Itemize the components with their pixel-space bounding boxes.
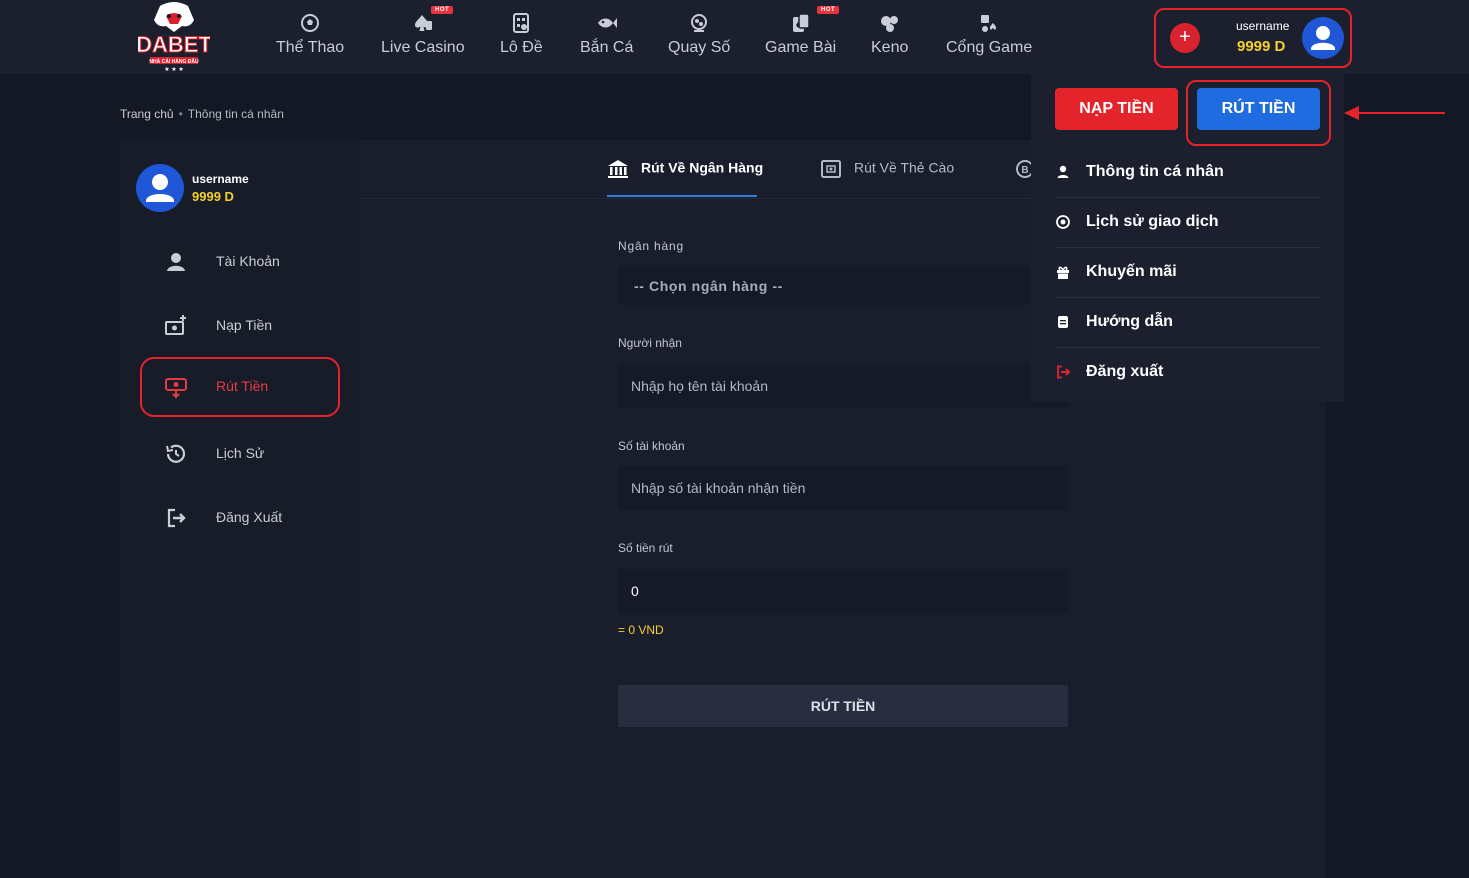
fish-icon [597, 18, 617, 28]
sidebar-item-lich-su[interactable]: Lịch Sử [140, 424, 340, 484]
header-username: username [1236, 19, 1290, 33]
guide-book-icon [1058, 316, 1068, 328]
transaction-history-icon [1056, 215, 1070, 229]
sidebar-item-label: Lịch Sử [216, 445, 265, 461]
hot-badge: HOT [431, 6, 454, 14]
sidebar-username: username [192, 172, 249, 186]
logo-text: DABET [138, 32, 210, 57]
menu-item-thong-tin-ca-nhan[interactable]: Thông tin cá nhân [1055, 148, 1321, 198]
header-user-box[interactable]: + username 9999 D [1154, 8, 1352, 68]
amount-label: Số tiền rút [618, 541, 673, 555]
user-icon [146, 174, 174, 202]
menu-item-label: Khuyến mãi [1086, 263, 1177, 280]
lottery-globe-icon [691, 14, 708, 32]
menu-item-label: Lịch sử giao dịch [1086, 213, 1219, 230]
svg-text:★ ★ ★: ★ ★ ★ [164, 66, 183, 72]
menu-item-dang-xuat[interactable]: Đăng xuất [1055, 348, 1321, 398]
nav-the-thao[interactable]: Thể Thao [276, 12, 344, 57]
nav-game-bai[interactable]: HOT Game Bài [765, 6, 840, 57]
nav-label: Live Casino [381, 39, 465, 56]
nav-label: Cổng Game [946, 39, 1033, 56]
breadcrumb-home[interactable]: Trang chủ [120, 107, 174, 121]
top-header: DABET NHÀ CÁI HÀNG ĐẦU ★ ★ ★ Thể Thao HO… [0, 0, 1469, 74]
annotation-arrow-icon [1344, 106, 1445, 120]
sidebar-item-label: Rút Tiền [216, 378, 269, 394]
sidebar-item-nap-tien[interactable]: Nạp Tiền [140, 296, 340, 356]
recipient-input[interactable] [618, 364, 1068, 408]
sidebar-item-label: Tài Khoản [216, 253, 280, 269]
sidebar-item-dang-xuat[interactable]: Đăng Xuất [140, 488, 340, 548]
add-funds-button[interactable]: + [1170, 23, 1200, 53]
soccer-ball-icon [301, 14, 320, 32]
deposit-cash-icon [165, 315, 186, 335]
header-balance: 9999 D [1237, 38, 1286, 55]
breadcrumb-current: Thông tin cá nhân [187, 107, 284, 121]
bank-select[interactable]: -- Chọn ngân hàng -- [618, 267, 1068, 305]
nav-lo-de[interactable]: Lô Đề [500, 12, 543, 57]
user-icon [1311, 26, 1335, 50]
sidebar-item-label: Nạp Tiền [216, 317, 273, 333]
avatar [136, 164, 184, 212]
tab-rut-ve-ngan-hang[interactable]: Rút Về Ngân Hàng [607, 159, 763, 179]
menu-item-label: Hướng dẫn [1086, 313, 1173, 330]
user-icon [1057, 165, 1069, 178]
logout-icon [167, 508, 186, 528]
menu-item-huong-dan[interactable]: Hướng dẫn [1055, 298, 1321, 348]
nav-label: Lô Đề [500, 39, 543, 56]
menu-item-khuyen-mai[interactable]: Khuyến mãi [1055, 248, 1321, 298]
logout-icon [1057, 365, 1071, 379]
logo-tagline: NHÀ CÁI HÀNG ĐẦU [149, 58, 199, 65]
nav-label: Thể Thao [276, 39, 345, 56]
spade-card-icon [414, 15, 432, 31]
user-dropdown-menu: NẠP TIỀN RÚT TIỀN Thông tin cá nhân Lịch… [1031, 68, 1344, 402]
nav-label: Bắn Cá [580, 39, 634, 56]
recipient-label: Người nhận [618, 336, 682, 350]
sidebar-item-label: Đăng Xuất [216, 509, 283, 525]
withdraw-button-highlight: RÚT TIỀN [1186, 80, 1331, 146]
menu-item-label: Đăng xuất [1086, 363, 1164, 380]
amount-input[interactable] [618, 569, 1068, 613]
bank-icon [608, 160, 628, 178]
menu-item-label: Thông tin cá nhân [1086, 163, 1224, 180]
bank-label: Ngân hàng [618, 239, 684, 253]
nav-live-casino[interactable]: HOT Live Casino [381, 6, 465, 57]
sidebar-item-tai-khoan[interactable]: Tài Khoản [140, 232, 340, 292]
nav-ban-ca[interactable]: Bắn Cá [580, 12, 633, 57]
nav-quay-so[interactable]: Quay Số [668, 12, 730, 57]
avatar[interactable] [1302, 17, 1344, 59]
breadcrumb-separator: • [178, 107, 183, 121]
nav-label: Keno [871, 39, 909, 56]
lottery-ticket-icon [513, 13, 530, 33]
playing-cards-icon [792, 13, 810, 32]
svg-text:B: B [1021, 165, 1028, 176]
hot-badge: HOT [817, 6, 840, 14]
sidebar-balance: 9999 D [192, 189, 234, 204]
user-icon [167, 253, 185, 271]
dabet-logo[interactable]: DABET NHÀ CÁI HÀNG ĐẦU ★ ★ ★ [136, 2, 213, 73]
deposit-button[interactable]: NẠP TIỀN [1055, 88, 1178, 130]
game-portal-icon [981, 15, 997, 32]
withdraw-icon [165, 378, 187, 399]
tab-label: Rút Về Ngân Hàng [641, 159, 764, 176]
account-sidebar: username 9999 D Tài Khoản Nạp Tiền Rút T… [120, 140, 360, 878]
account-number-input[interactable] [618, 466, 1068, 510]
account-number-label: Số tài khoản [618, 439, 685, 453]
withdraw-submit-button[interactable]: RÚT TIỀN [618, 685, 1068, 727]
menu-item-lich-su-giao-dich[interactable]: Lịch sử giao dịch [1055, 198, 1321, 248]
tab-rut-ve-the-cao[interactable]: Rút Về Thẻ Cào [820, 159, 954, 179]
amount-converted: = 0 VND [618, 623, 664, 637]
keno-balls-icon [880, 16, 898, 32]
sidebar-item-rut-tien[interactable]: Rút Tiền [140, 357, 340, 417]
gift-icon [1057, 266, 1069, 279]
scratch-card-icon [821, 160, 841, 178]
tab-label: Rút Về Thẻ Cào [854, 159, 955, 176]
nav-label: Game Bài [765, 39, 837, 56]
withdraw-button[interactable]: RÚT TIỀN [1197, 88, 1320, 130]
history-icon [166, 444, 186, 463]
active-tab-indicator [607, 195, 757, 197]
nav-cong-game[interactable]: Cổng Game [946, 12, 1032, 57]
nav-label: Quay Số [668, 39, 731, 56]
breadcrumb: Trang chủ • Thông tin cá nhân [120, 107, 284, 121]
nav-keno[interactable]: Keno [871, 12, 908, 57]
